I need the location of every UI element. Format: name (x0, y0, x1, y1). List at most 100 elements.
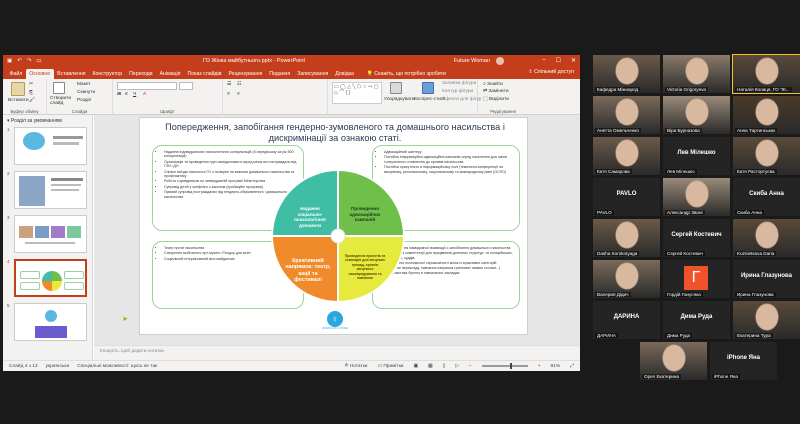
shape-outline-button[interactable]: Контур фігури (442, 89, 473, 94)
language-indicator[interactable]: українська (46, 364, 70, 369)
replace-button[interactable]: ⇄ Замінити (483, 89, 509, 94)
slide-thumbnail[interactable]: 1 (7, 127, 87, 165)
bullets-icon[interactable]: ☰ (227, 82, 231, 87)
accessibility-status[interactable]: Спеціальні можливості: щось не так (77, 364, 157, 369)
slideshow-icon[interactable]: ▷ (455, 364, 459, 369)
participant-tile[interactable]: Dasha Sorokotyaga (593, 219, 660, 257)
shape-effects-button[interactable]: Ефекти для фігур (442, 97, 481, 102)
participant-tile[interactable]: Ирина Глазунова Ирина Глазунова (733, 260, 800, 298)
slide-thumbnail[interactable]: 3 (7, 215, 87, 253)
minimize-icon[interactable]: – (542, 57, 545, 64)
font-color-icon[interactable]: A (143, 92, 146, 97)
slide-canvas[interactable]: Попередження, запобігання гендерно-зумов… (94, 115, 580, 360)
participant-tile[interactable]: iPhone Яна iPhone Яна (710, 342, 777, 380)
tab-6[interactable]: Показ слайдів (184, 69, 225, 79)
participant-tile[interactable]: Екатерина Тура (733, 301, 800, 339)
italic-icon[interactable]: К (125, 92, 128, 97)
section-header[interactable]: ▾ Розділ за умовчанням (3, 115, 92, 127)
align-left-icon[interactable]: ≡ (227, 92, 230, 97)
underline-icon[interactable]: Ч (133, 92, 136, 97)
account-name[interactable]: Future Woman (454, 58, 490, 64)
fit-slide-icon[interactable]: ⤢ (570, 363, 574, 369)
participant-tile[interactable]: Анетта Омельченко (593, 96, 660, 134)
participant-tile[interactable]: Кафедра Міжнарод (593, 55, 660, 93)
tab-3[interactable]: Конструктор (89, 69, 126, 79)
format-painter-icon[interactable]: 🖌 (29, 98, 35, 103)
participant-tile[interactable]: Сергей Костевич Сергей Костевич (663, 219, 730, 257)
tab-1[interactable]: Основне (25, 69, 54, 79)
zoom-level[interactable]: 81% (551, 364, 561, 369)
zoom-slider[interactable] (481, 363, 528, 369)
arrange-icon[interactable] (390, 82, 402, 94)
avatar[interactable] (496, 57, 504, 65)
participant-tile[interactable]: Victoria Grigoryeva (663, 55, 730, 93)
numbering-icon[interactable]: ☷ (237, 82, 241, 87)
redo-icon[interactable]: ↷ (27, 58, 32, 64)
arrange-button[interactable]: Упорядкувати (384, 97, 415, 102)
shape-fill-button[interactable]: Заливка фігури (442, 81, 476, 86)
participant-tile[interactable]: Kuznietsova Daria (733, 219, 800, 257)
reading-view-icon[interactable]: ▯ (443, 364, 446, 369)
share-button[interactable]: ⇪ Спільний доступ (528, 69, 574, 75)
paste-button[interactable]: Вставити (8, 98, 29, 103)
slide-thumbnail[interactable]: 2 (7, 171, 87, 209)
participant-tile[interactable]: Анна Тартинських (733, 96, 800, 134)
cut-icon[interactable]: ✂ (29, 82, 33, 87)
font-size-select[interactable] (179, 82, 193, 90)
quick-styles-button[interactable]: Експрес-стилі (414, 97, 445, 102)
participant-tile[interactable]: Валерия Дідич (593, 260, 660, 298)
undo-icon[interactable]: ↶ (17, 58, 22, 64)
slide-thumbnail-selected[interactable]: 4 (7, 259, 87, 297)
notes-toggle[interactable]: ≜ Нотатки (344, 364, 367, 369)
new-slide-button[interactable]: Створити слайд (50, 96, 74, 106)
paste-icon[interactable] (11, 82, 25, 96)
tab-4[interactable]: Переходи (126, 69, 157, 79)
font-family-select[interactable] (117, 82, 177, 90)
new-slide-icon[interactable] (53, 82, 65, 94)
zoom-in-icon[interactable]: + (538, 364, 541, 369)
normal-view-icon[interactable]: ▣ (413, 364, 418, 369)
slide-4[interactable]: Попередження, запобігання гендерно-зумов… (139, 117, 528, 335)
participant-tile[interactable]: Александр Звоні (663, 178, 730, 216)
participant-tile[interactable]: Віра Бурназова (663, 96, 730, 134)
sorter-view-icon[interactable]: ▦ (428, 364, 433, 369)
tab-0[interactable]: Файл (6, 69, 26, 79)
participant-tile[interactable]: Катя Самарова (593, 137, 660, 175)
quadrant-diagram[interactable] (258, 166, 418, 308)
find-button[interactable]: ⌕ Знайти (483, 81, 503, 87)
participant-tile[interactable]: ДАРИНА ДАРИНА (593, 301, 660, 339)
select-button[interactable]: ⬚ Виділити (483, 97, 509, 102)
maximize-icon[interactable]: ☐ (556, 57, 561, 64)
section-button[interactable]: Розділ (77, 98, 91, 103)
tab-7[interactable]: Рецензування (225, 69, 266, 79)
zoom-thumb[interactable] (509, 363, 512, 369)
participant-tile[interactable]: Наталія Колиця, ГО "Ж... (732, 54, 800, 94)
comments-toggle[interactable]: ▭ Примітки (377, 364, 403, 369)
present-icon[interactable]: ▭ (36, 58, 41, 64)
quadrant-1[interactable] (337, 168, 406, 237)
tab-9[interactable]: Записування (294, 69, 332, 79)
quick-styles-icon[interactable] (422, 82, 434, 94)
save-icon[interactable]: ▣ (7, 58, 12, 64)
tab-5[interactable]: Анімація (156, 69, 184, 79)
participant-tile[interactable]: PAVLO PAVLO (593, 178, 660, 216)
reset-button[interactable]: Скинути (77, 90, 95, 95)
bold-icon[interactable]: Ж (117, 92, 121, 97)
tab-8[interactable]: Подання (266, 69, 294, 79)
tab-2[interactable]: Вставлення (54, 69, 89, 79)
close-icon[interactable]: ✕ (571, 57, 576, 64)
zoom-out-icon[interactable]: − (469, 364, 472, 369)
copy-icon[interactable]: ⎘ (29, 90, 33, 96)
participant-tile[interactable]: Скиба Анна Скиба Анна (733, 178, 800, 216)
align-center-icon[interactable]: ≡ (237, 92, 240, 97)
search-hint[interactable]: 💡 Скажіть, що потрібно зробити (363, 69, 449, 79)
layout-button[interactable]: Макет (77, 82, 91, 87)
participant-tile[interactable]: Дима Руда Дима Руда (663, 301, 730, 339)
slide-title[interactable]: Попередження, запобігання гендерно-зумов… (160, 122, 510, 144)
participant-tile[interactable]: Г Гордій Ганусяка (663, 260, 730, 298)
slide-thumbnail[interactable]: 5 (7, 303, 87, 341)
participant-tile[interactable]: Орел Екатерина (640, 342, 707, 380)
participant-tile[interactable]: Катя Растортуєва (733, 137, 800, 175)
participant-tile[interactable]: Лев Мілешко Лев Мілешко (663, 137, 730, 175)
shapes-gallery[interactable]: ▭ ◯ △ ╲ ⬠ ☆ ⇨ ▢ ◇ ⌒ { } (332, 82, 382, 104)
